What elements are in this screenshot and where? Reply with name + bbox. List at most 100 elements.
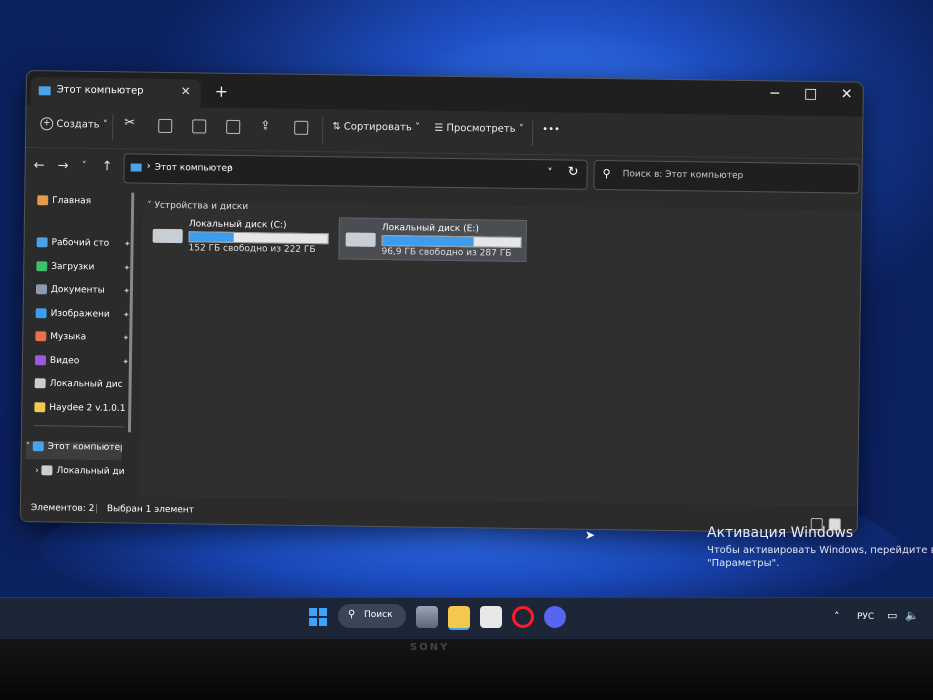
forward-arrow-icon[interactable]: → <box>58 158 69 173</box>
content-pane: ˅ Устройства и диски Локальный диск (C:)… <box>139 200 862 507</box>
sidebar-item-label: Видео <box>49 355 80 366</box>
file-explorer-taskbar-icon[interactable] <box>448 606 470 630</box>
drive-icon <box>34 378 46 389</box>
breadcrumb-chevron-icon[interactable]: › <box>229 162 233 173</box>
sidebar-item[interactable]: Рабочий сто ✦ <box>36 237 134 256</box>
drive-name: Локальный диск (C:) <box>188 219 287 231</box>
opera-icon[interactable] <box>512 606 534 628</box>
plus-circle-icon: + <box>40 117 54 131</box>
sidebar-item-label: Haydee 2 v.1.0.1 <box>49 402 126 414</box>
activation-watermark: Активация Windows Чтобы активировать Win… <box>707 525 933 569</box>
navigation-pane: Главная Рабочий сто ✦ Загрузки ✦ Документы ✦ И… <box>21 191 135 503</box>
activation-line1: Чтобы активировать Windows, перейдите в … <box>707 545 933 556</box>
up-arrow-icon[interactable]: ↑ <box>102 159 113 174</box>
sidebar-item[interactable]: Локальный дис <box>34 378 132 397</box>
start-windows-icon[interactable] <box>307 606 329 628</box>
more-options-button[interactable]: ••• <box>542 124 560 135</box>
folder-icon <box>34 401 46 412</box>
monitor-bezel: SONY <box>0 639 933 700</box>
discord-icon[interactable] <box>544 606 566 628</box>
expand-chevron-icon: › <box>35 465 39 475</box>
drive-tile[interactable]: Локальный диск (C:) 152 ГБ свободно из 22… <box>146 215 333 258</box>
delete-icon[interactable] <box>294 120 309 135</box>
sidebar-item[interactable]: Документы ✦ <box>35 284 134 303</box>
view-label: Просмотреть <box>446 122 516 135</box>
path-separator-icon: › <box>146 160 151 172</box>
drive-usage-bar <box>381 234 522 248</box>
sort-icon: ⇅ <box>332 121 341 133</box>
toolbar-divider <box>531 120 534 147</box>
drive-list: Локальный диск (C:) 152 ГБ свободно из 22… <box>143 201 861 263</box>
music-icon <box>35 331 47 342</box>
mouse-cursor-icon: ➤ <box>585 528 596 542</box>
home-icon <box>37 195 49 206</box>
new-tab-button[interactable]: + <box>215 82 229 101</box>
tab-close-icon[interactable]: ✕ <box>181 84 191 98</box>
taskbar-search-label: Поиск <box>364 610 393 620</box>
create-button[interactable]: + Создать ˅ <box>40 117 108 131</box>
task-view-icon[interactable] <box>416 606 438 628</box>
sidebar-item-home[interactable]: Главная <box>37 195 135 214</box>
tab-this-pc[interactable]: Этот компьютер ✕ <box>30 77 201 108</box>
activation-title: Активация Windows <box>707 525 854 541</box>
refresh-icon[interactable]: ↻ <box>568 165 579 180</box>
sidebar-item-this-pc[interactable]: ˅ Этот компьютер <box>25 441 122 461</box>
back-arrow-icon[interactable]: ← <box>34 158 45 173</box>
minimize-button[interactable]: − <box>765 85 785 101</box>
cut-icon[interactable]: ✂ <box>124 115 135 130</box>
download-icon <box>36 260 48 271</box>
documents-icon <box>35 284 48 295</box>
drive-icon <box>41 465 53 476</box>
sidebar-item-label: Этот компьютер <box>47 441 122 453</box>
sidebar-item[interactable]: Haydee 2 v.1.0.1 <box>34 401 132 421</box>
search-input[interactable]: Поиск в: Этот компьютер <box>623 169 744 181</box>
sidebar-item-label: Главная <box>52 195 92 207</box>
paste-icon[interactable] <box>192 119 207 134</box>
item-count: Элементов: 2 <box>30 503 95 514</box>
network-icon[interactable]: ▭ <box>887 609 897 622</box>
address-bar[interactable]: › Этот компьютер › ˅ ↻ <box>123 153 588 190</box>
sort-button[interactable]: ⇅ Сортировать ˅ <box>332 121 420 133</box>
maximize-button[interactable]: □ <box>801 86 821 102</box>
close-button[interactable]: ✕ <box>837 86 857 102</box>
copy-icon[interactable] <box>158 118 173 134</box>
activation-line2: "Параметры". <box>707 558 780 569</box>
recent-chevron-icon[interactable]: ˅ <box>82 161 87 172</box>
sidebar-item[interactable]: Загрузки ✦ <box>36 260 134 280</box>
sidebar-item[interactable]: Изображени ✦ <box>35 307 133 327</box>
share-icon[interactable]: ⇪ <box>260 118 270 132</box>
sidebar-item-label: Загрузки <box>51 261 95 272</box>
group-label: Устройства и диски <box>154 200 249 213</box>
view-button[interactable]: ☰ Просмотреть ˅ <box>434 123 524 135</box>
volume-icon[interactable]: 🔈 <box>905 609 919 622</box>
drive-icon <box>152 228 183 244</box>
computer-icon <box>38 86 51 96</box>
sidebar-item-local-disk[interactable]: › Локальный ди <box>35 465 133 484</box>
taskbar-search[interactable]: ⚲ Поиск <box>338 604 406 628</box>
rename-icon[interactable] <box>226 119 241 134</box>
drive-icon <box>345 232 376 247</box>
microsoft-store-icon[interactable] <box>480 606 502 628</box>
chevron-down-icon: ˅ <box>102 119 108 131</box>
chevron-down-icon: ˅ <box>518 123 524 135</box>
sidebar-item-label: Локальный ди <box>56 465 125 477</box>
sidebar-item[interactable]: Видео ✦ <box>34 354 133 374</box>
sidebar-item[interactable]: Музыка ✦ <box>35 331 133 350</box>
search-box[interactable]: ⚲ Поиск в: Этот компьютер <box>593 159 860 194</box>
tab-title: Этот компьютер <box>56 84 144 97</box>
drive-usage-fill <box>189 232 234 242</box>
chevron-up-icon[interactable]: ˄ <box>834 610 840 623</box>
sidebar-item-label: Рабочий сто <box>51 237 110 249</box>
quick-access-list: Рабочий сто ✦ Загрузки ✦ Документы ✦ Изображен… <box>25 191 135 413</box>
video-icon <box>34 354 47 365</box>
group-header-devices[interactable]: ˅ Устройства и диски <box>147 201 248 212</box>
drive-tile[interactable]: Локальный диск (E:) 96,9 ГБ свободно из 2… <box>338 217 527 263</box>
language-indicator[interactable]: РУС <box>857 612 874 622</box>
breadcrumb-this-pc[interactable]: Этот компьютер <box>155 163 233 174</box>
search-icon: ⚲ <box>602 167 611 181</box>
view-icon: ☰ <box>434 122 444 134</box>
address-dropdown-icon[interactable]: ˅ <box>547 166 553 179</box>
chevron-down-icon: ˅ <box>414 122 421 134</box>
create-label: Создать <box>56 118 100 131</box>
toolbar-divider <box>112 114 114 141</box>
